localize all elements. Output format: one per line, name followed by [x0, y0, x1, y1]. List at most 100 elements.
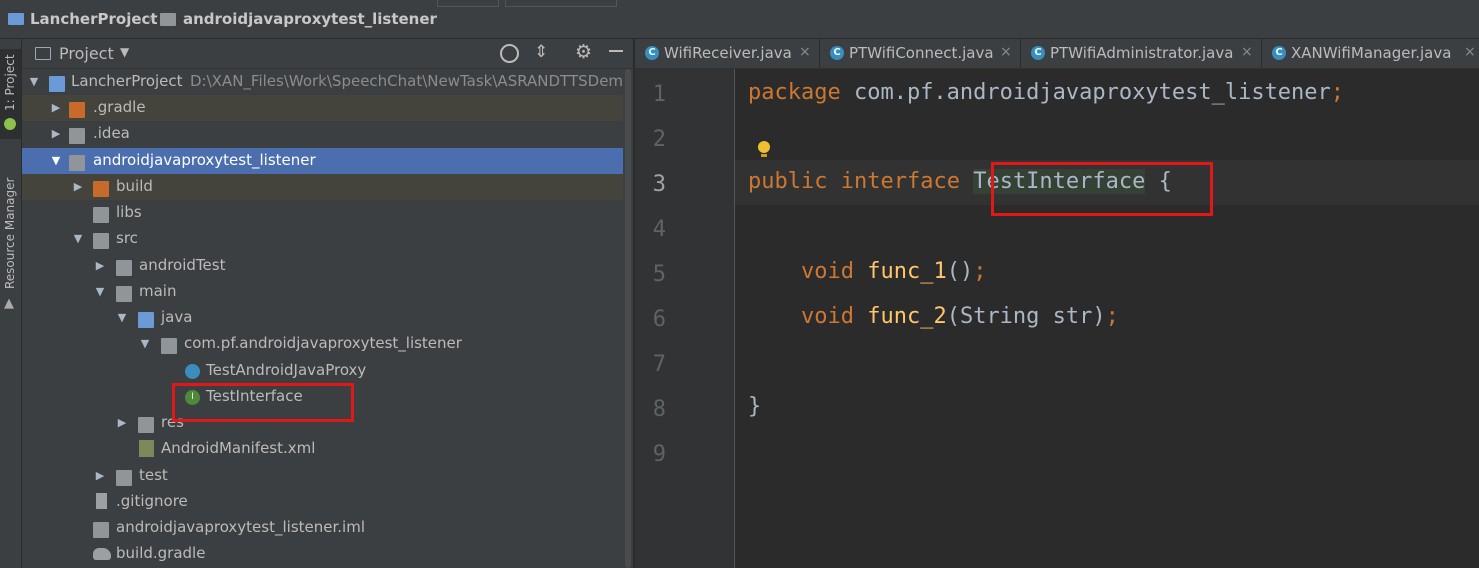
- tree-item-test[interactable]: ▶ test: [22, 463, 633, 489]
- tab-label: XANWifiManager.java: [1291, 44, 1452, 62]
- tree-item-manifest[interactable]: AndroidManifest.xml: [22, 436, 633, 462]
- tree-item-idea[interactable]: ▶ .idea: [22, 121, 633, 147]
- tree-item-label: main: [139, 282, 177, 300]
- tab-label: PTWifiConnect.java: [849, 44, 994, 62]
- code-line-8: }: [748, 394, 762, 419]
- folder-icon: [116, 470, 132, 486]
- line-number: 8: [652, 397, 666, 422]
- folder-icon: [93, 207, 109, 223]
- folder-icon: [116, 260, 132, 276]
- folder-icon: [138, 417, 154, 433]
- line-number: 5: [652, 262, 666, 287]
- project-panel-header: Project ▼ ⇕ ⚙: [22, 39, 633, 69]
- line-number: 4: [652, 217, 666, 242]
- expand-arrow-icon[interactable]: ▼: [49, 148, 63, 174]
- expand-arrow-icon[interactable]: ▼: [71, 226, 85, 252]
- expand-arrow-icon[interactable]: ▶: [93, 463, 107, 489]
- tab-xanwifimanager[interactable]: C XANWifiManager.java ×: [1262, 39, 1479, 68]
- tree-item-src[interactable]: ▼ src: [22, 226, 633, 252]
- tab-ptwificonnect[interactable]: C PTWifiConnect.java ×: [820, 39, 1021, 68]
- expand-arrow-icon[interactable]: ▼: [93, 279, 107, 305]
- lightbulb-base: [761, 154, 767, 157]
- chevron-right-icon: ›: [147, 9, 154, 28]
- collapse-icon[interactable]: ⇕: [534, 42, 548, 62]
- module-icon: [160, 13, 176, 26]
- line-number: 6: [652, 307, 666, 332]
- tree-item-testandroidjavaproxy[interactable]: TestAndroidJavaProxy: [22, 358, 633, 384]
- expand-arrow-icon[interactable]: ▶: [93, 253, 107, 279]
- resource-icon: ▲: [4, 296, 14, 311]
- tab-wifireceiver[interactable]: C WifiReceiver.java ×: [635, 39, 820, 68]
- expand-arrow-icon[interactable]: ▶: [71, 174, 85, 200]
- close-icon[interactable]: ×: [1464, 44, 1476, 60]
- tree-item-libs[interactable]: libs: [22, 200, 633, 226]
- hide-icon[interactable]: [609, 50, 623, 52]
- close-icon[interactable]: ×: [1000, 44, 1012, 60]
- breadcrumb-module[interactable]: androidjavaproxytest_listener: [183, 10, 437, 28]
- toolbar-fragment: [505, 0, 617, 7]
- expand-arrow-icon[interactable]: ▶: [49, 121, 63, 147]
- expand-arrow-icon[interactable]: ▶: [49, 95, 63, 121]
- tree-item-label: test: [139, 466, 168, 484]
- tree-item-label: .idea: [93, 124, 130, 142]
- tree-item-label: build: [116, 177, 153, 195]
- code-line-1: package com.pf.androidjavaproxytest_list…: [748, 80, 1345, 105]
- close-icon[interactable]: ×: [1241, 44, 1253, 60]
- folder-icon: [69, 128, 85, 144]
- tree-item-build[interactable]: ▶ build: [22, 174, 633, 200]
- highlight-box: [991, 162, 1213, 216]
- lightbulb-icon[interactable]: [758, 141, 770, 153]
- class-icon: C: [645, 46, 659, 60]
- close-icon[interactable]: ×: [799, 44, 811, 60]
- expand-arrow-icon[interactable]: ▶: [115, 410, 129, 436]
- class-icon: C: [1272, 46, 1286, 60]
- tree-scrollbar[interactable]: [623, 69, 633, 568]
- android-icon: [4, 118, 16, 130]
- tree-item-androidtest[interactable]: ▶ androidTest: [22, 253, 633, 279]
- tree-item-label: androidTest: [139, 256, 226, 274]
- toolbar-fragment: [437, 0, 499, 7]
- tree-item-build-gradle[interactable]: build.gradle: [22, 541, 633, 567]
- code-editor[interactable]: package com.pf.androidjavaproxytest_list…: [735, 69, 1479, 568]
- tree-item-label: libs: [116, 203, 142, 221]
- tab-ptwifiadministrator[interactable]: C PTWifiAdministrator.java ×: [1021, 39, 1262, 68]
- manifest-icon: [139, 440, 154, 457]
- tree-item-main[interactable]: ▼ main: [22, 279, 633, 305]
- editor-tabs: C WifiReceiver.java × C PTWifiConnect.ja…: [635, 39, 1479, 69]
- gear-icon[interactable]: ⚙: [575, 41, 592, 63]
- line-number: 9: [652, 442, 666, 467]
- breadcrumb-project[interactable]: LancherProject: [30, 10, 158, 28]
- module-icon: [69, 155, 85, 171]
- expand-arrow-icon[interactable]: ▼: [115, 305, 129, 331]
- navigation-bar: LancherProject › androidjavaproxytest_li…: [0, 0, 1479, 39]
- tab-label: WifiReceiver.java: [664, 44, 792, 62]
- tree-item-gitignore[interactable]: .gitignore: [22, 489, 633, 515]
- target-icon[interactable]: [500, 44, 519, 63]
- line-number: 3: [652, 172, 666, 197]
- tree-item-path: D:\XAN_Files\Work\SpeechChat\NewTask\ASR…: [190, 72, 633, 90]
- resource-manager-label[interactable]: Resource Manager: [3, 178, 17, 289]
- expand-arrow-icon[interactable]: ▼: [27, 69, 41, 95]
- expand-arrow-icon[interactable]: ▼: [138, 331, 152, 357]
- project-tool-label[interactable]: 1: Project: [3, 54, 17, 111]
- file-icon: [96, 493, 107, 509]
- line-number: 7: [652, 352, 666, 377]
- highlight-box: [172, 383, 354, 422]
- class-icon: [185, 364, 200, 379]
- folder-blue-icon: [138, 312, 154, 328]
- tree-item-label: .gitignore: [116, 492, 188, 510]
- project-icon: [8, 13, 24, 25]
- chevron-down-icon[interactable]: ▼: [120, 45, 129, 59]
- code-line-5: void func_1();: [800, 259, 987, 284]
- tree-item-label: AndroidManifest.xml: [161, 439, 316, 457]
- line-number-gutter: 1 2 3 4 5 6 7 8 9: [635, 69, 735, 568]
- tree-item-gradle[interactable]: ▶ .gradle: [22, 95, 633, 121]
- tree-item-module[interactable]: ▼ androidjavaproxytest_listener: [22, 148, 633, 174]
- tree-item-java[interactable]: ▼ java: [22, 305, 633, 331]
- tree-item-iml[interactable]: androidjavaproxytest_listener.iml: [22, 515, 633, 541]
- line-number: 1: [652, 82, 666, 107]
- project-view-selector[interactable]: Project: [59, 44, 114, 63]
- scrollbar-thumb[interactable]: [625, 69, 631, 568]
- tree-item-package[interactable]: ▼ com.pf.androidjavaproxytest_listener: [22, 331, 633, 357]
- tree-item-lancherproject[interactable]: ▼ LancherProject D:\XAN_Files\Work\Speec…: [22, 69, 633, 95]
